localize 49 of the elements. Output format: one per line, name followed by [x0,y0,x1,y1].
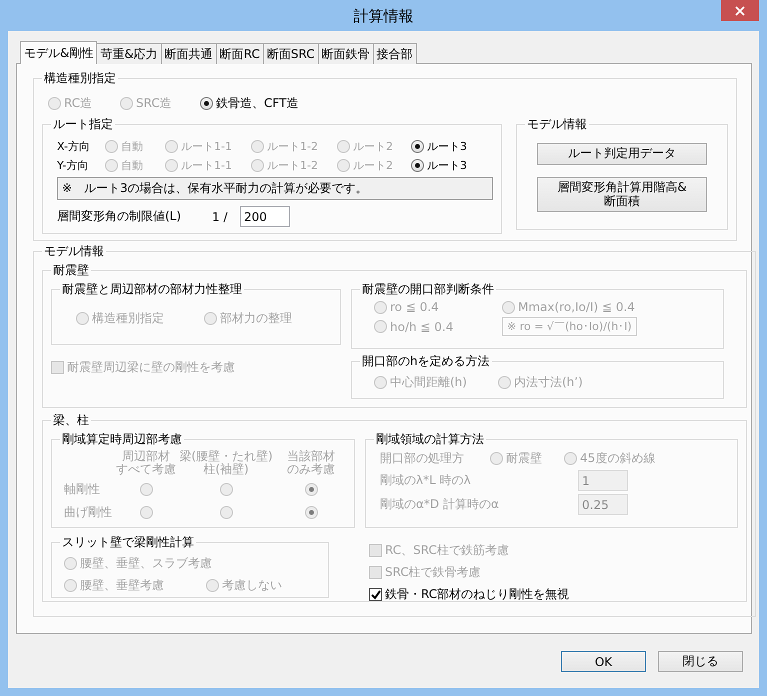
direction-label: Y-方向 [57,158,90,173]
checkbox[interactable]: 鉄骨・RC部材のねじり剛性を無視 [369,586,738,603]
opening-method-label: 開口部の処理方 [380,450,465,467]
tab[interactable]: 接合部 [372,43,417,64]
radio-button[interactable]: ルート3 [411,139,485,154]
tab[interactable]: モデル&剛性 [20,41,98,64]
column-header: すべて考慮 [116,462,176,476]
column-header: 梁(腰壁・たれ壁) [179,450,273,463]
dialog-button[interactable]: 閉じる [658,651,743,672]
tab[interactable]: 断面RC [216,43,264,64]
radio-button[interactable]: ルート3 [411,158,485,173]
notice-box: ※ ルート3の場合は、保有水平耐力の計算が必要です。 [57,177,493,200]
group-title: 梁、柱 [52,412,90,429]
row-label: 曲げ剛性 [63,504,112,522]
group-title: 剛域領域の計算方法 [375,431,485,448]
group-title: 耐震壁の開口部判断条件 [361,281,495,298]
drift-limit-label: 層間変形角の制限値(L) [57,208,182,225]
group-title: 耐震壁 [52,262,90,279]
check-icon [370,590,380,600]
tab[interactable]: 断面共通 [160,43,217,64]
group-title: モデル情報 [526,116,588,133]
group-title: モデル情報 [43,243,105,260]
tab[interactable]: 断面SRC [262,43,319,64]
formula-box: ※ ro = √￣(ho･Io)/(h･I) [502,317,637,336]
field-label: 剛域のα*D 計算時のα [380,496,500,513]
drift-limit-field[interactable]: 200 [240,206,290,227]
dialog-button[interactable]: OK [561,651,646,672]
fraction-label: 1 / [212,210,228,224]
close-icon [735,6,745,16]
group-title: 構造種別指定 [43,70,117,87]
column-header: 当該部材 [287,450,335,463]
column-header: のみ考慮 [287,462,335,476]
group-title: 剛域算定時周辺部考慮 [61,431,183,448]
column-header: 柱(袖壁) [203,462,249,476]
data-button[interactable]: 層間変形角計算用階高& 断面積 [537,176,707,212]
row-label: 軸剛性 [63,481,100,498]
direction-label: X-方向 [57,139,91,154]
tab[interactable]: 断面鉄骨 [318,43,374,64]
window-title: 計算情報 [354,7,414,26]
group-title: ルート指定 [52,116,114,133]
group-title: スリット壁で梁剛性計算 [61,534,195,551]
radio-button[interactable]: 鉄骨造、CFT造 [200,95,340,112]
column-header: 周辺部材 [122,450,170,463]
group-title: 開口部のhを定める方法 [361,353,491,370]
close-button[interactable] [721,0,759,21]
data-button[interactable]: ルート判定用データ [537,143,707,165]
field-label: 剛域のλ*L 時のλ [380,472,472,489]
tab[interactable]: 苛重&応力 [96,43,162,64]
group-title: 耐震壁と周辺部材の部材力性整理 [61,281,243,298]
